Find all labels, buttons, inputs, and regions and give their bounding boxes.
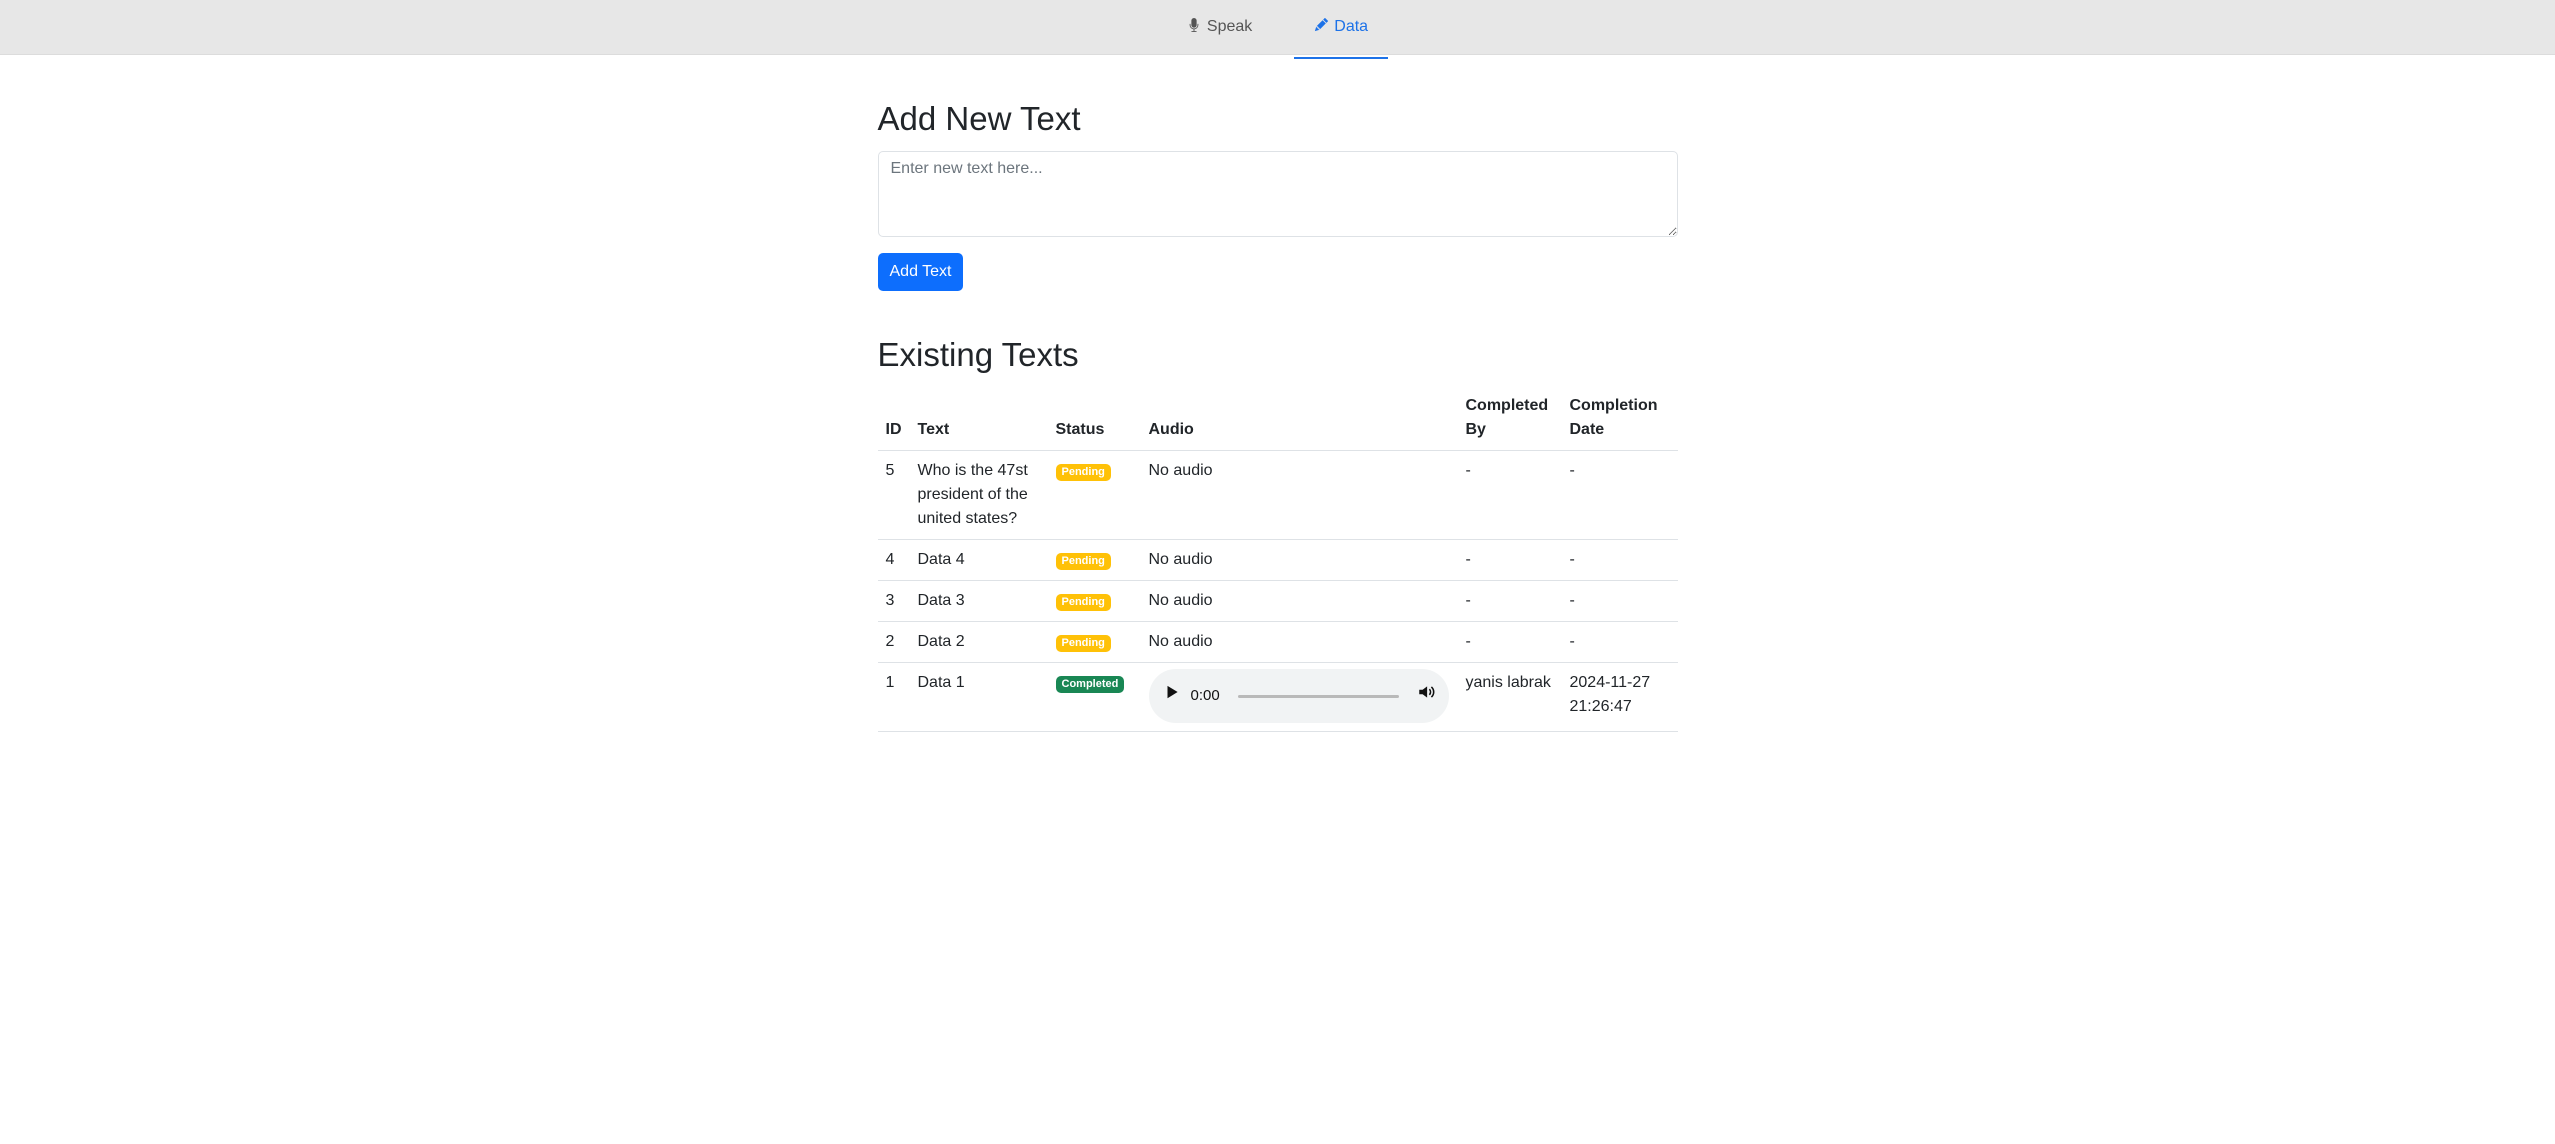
cell-audio: No audio <box>1140 621 1458 664</box>
status-badge: Pending <box>1055 635 1111 653</box>
col-completion-date: Completion Date <box>1561 386 1678 452</box>
col-status: Status <box>1047 386 1141 452</box>
texts-table: ID Text Status Audio Completed By Comple… <box>877 386 1678 733</box>
volume-icon[interactable] <box>1417 683 1435 709</box>
cell-id: 5 <box>877 450 910 541</box>
cell-status: Pending <box>1047 539 1141 582</box>
audio-player[interactable]: 0:00 <box>1148 669 1449 724</box>
cell-completed-by: - <box>1457 621 1562 664</box>
table-row: 5 Who is the 47st president of the unite… <box>877 450 1678 541</box>
cell-audio: No audio <box>1140 539 1458 582</box>
cell-id: 2 <box>877 621 910 664</box>
col-id: ID <box>877 386 910 452</box>
cell-completed-by: yanis labrak <box>1457 662 1562 733</box>
existing-texts-title: Existing Texts <box>877 335 1079 373</box>
cell-status: Pending <box>1047 580 1141 623</box>
tab-data[interactable]: Data <box>1294 0 1388 59</box>
cell-audio: No audio <box>1140 580 1458 623</box>
col-audio: Audio <box>1140 386 1458 452</box>
cell-completion-date: - <box>1561 621 1678 664</box>
table-row: 3 Data 3 Pending No audio - - <box>877 580 1678 623</box>
cell-status: Pending <box>1047 450 1141 541</box>
cell-id: 4 <box>877 539 910 582</box>
cell-status: Pending <box>1047 621 1141 664</box>
cell-audio: 0:00 <box>1140 662 1458 733</box>
new-text-input[interactable] <box>877 150 1678 237</box>
tab-data-label: Data <box>1334 18 1369 35</box>
cell-text: Data 3 <box>909 580 1048 623</box>
cell-completion-date: - <box>1561 539 1678 582</box>
cell-text: Data 4 <box>909 539 1048 582</box>
cell-completion-date: - <box>1561 450 1678 541</box>
status-badge: Completed <box>1055 676 1125 694</box>
status-badge: Pending <box>1055 553 1111 571</box>
main-content: Add New Text Add Text Existing Texts ID … <box>877 55 1678 733</box>
status-badge: Pending <box>1055 594 1111 612</box>
audio-time: 0:00 <box>1190 686 1220 704</box>
col-completed-by: Completed By <box>1457 386 1562 452</box>
tab-speak-label: Speak <box>1206 18 1253 35</box>
table-row: 1 Data 1 Completed 0:00 yanis labrak 202… <box>877 662 1678 733</box>
play-icon[interactable] <box>1163 683 1181 709</box>
microphone-icon <box>1187 17 1201 37</box>
cell-text: Data 2 <box>909 621 1048 664</box>
cell-completion-date: - <box>1561 580 1678 623</box>
cell-id: 3 <box>877 580 910 623</box>
cell-id: 1 <box>877 662 910 733</box>
cell-completed-by: - <box>1457 539 1562 582</box>
cell-completed-by: - <box>1457 580 1562 623</box>
existing-texts-section: Existing Texts ID Text Status Audio Comp… <box>877 335 1678 733</box>
tab-speak[interactable]: Speak <box>1167 0 1272 54</box>
col-text: Text <box>909 386 1048 452</box>
status-badge: Pending <box>1055 464 1111 482</box>
table-row: 2 Data 2 Pending No audio - - <box>877 621 1678 664</box>
table-row: 4 Data 4 Pending No audio - - <box>877 539 1678 582</box>
pencil-icon <box>1314 17 1329 37</box>
cell-audio: No audio <box>1140 450 1458 541</box>
cell-completion-date: 2024-11-27 21:26:47 <box>1561 662 1678 733</box>
table-header-row: ID Text Status Audio Completed By Comple… <box>877 386 1678 452</box>
add-text-title: Add New Text <box>877 100 1081 137</box>
cell-completed-by: - <box>1457 450 1562 541</box>
cell-text: Who is the 47st president of the united … <box>909 450 1048 541</box>
top-nav: Speak Data <box>0 0 2555 59</box>
cell-text: Data 1 <box>909 662 1048 733</box>
cell-status: Completed <box>1047 662 1141 733</box>
audio-seek-bar[interactable] <box>1237 694 1399 698</box>
add-text-button[interactable]: Add Text <box>877 252 964 291</box>
